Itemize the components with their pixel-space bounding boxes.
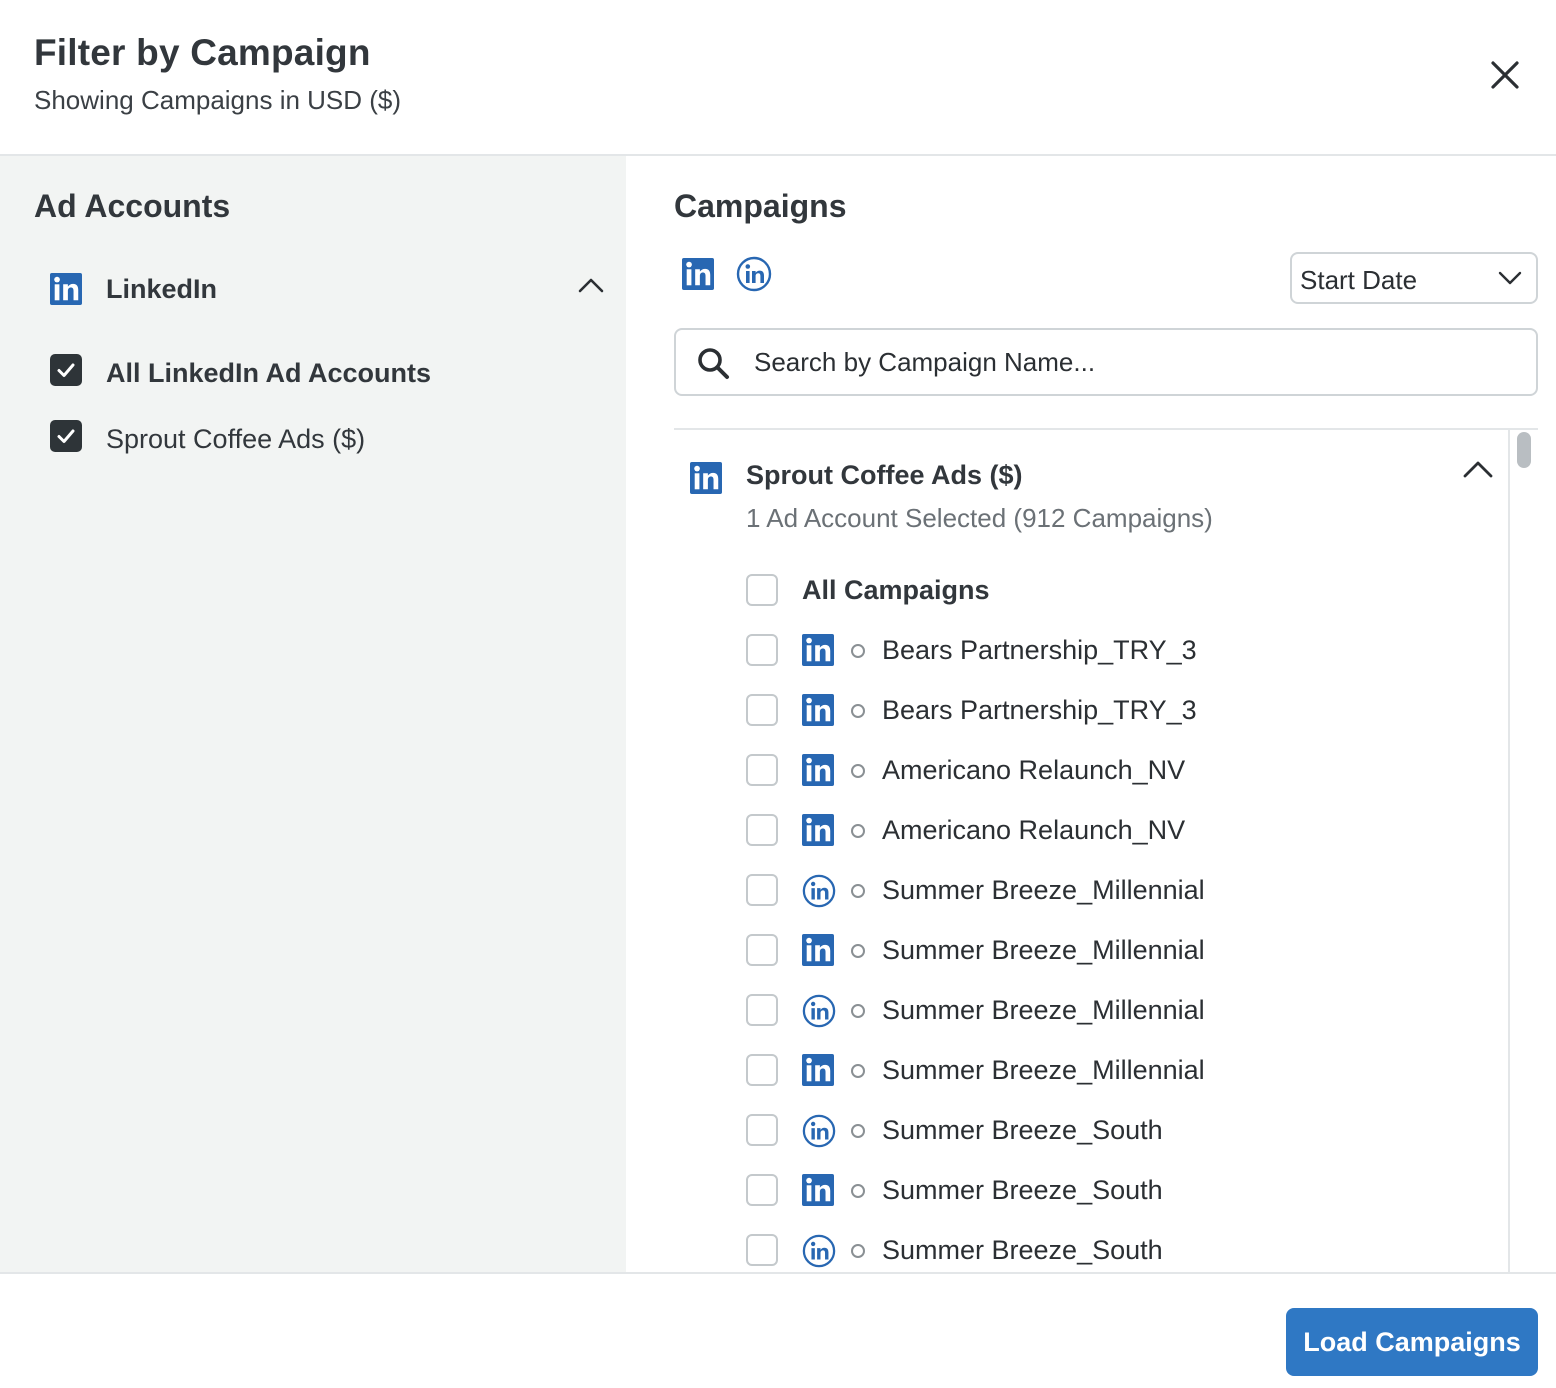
sort-select-value: Start Date (1300, 265, 1418, 295)
linkedin-circle-icon (802, 874, 836, 908)
linkedin-square-icon (802, 634, 834, 666)
table-row[interactable]: Bears Partnership_TRY_3 (746, 634, 1446, 674)
checkmark-icon (57, 429, 75, 443)
linkedin-square-icon (802, 1054, 834, 1086)
linkedin-square-icon (802, 934, 834, 966)
campaigns-panel: Campaigns Start Date Sprout Coffee Ads (… (626, 156, 1556, 1272)
account-option-label: Sprout Coffee Ads ($) (106, 424, 366, 454)
campaign-group-subtitle: 1 Ad Account Selected (912 Campaigns) (746, 503, 1213, 533)
dialog-header: Filter by Campaign Showing Campaigns in … (0, 0, 1556, 156)
status-dot-icon (851, 1184, 865, 1198)
table-row[interactable]: Summer Breeze_Millennial (746, 1054, 1446, 1094)
table-row[interactable]: Summer Breeze_Millennial (746, 874, 1446, 914)
status-dot-icon (851, 1004, 865, 1018)
checkbox[interactable] (746, 634, 778, 666)
network-label: LinkedIn (106, 274, 218, 304)
campaign-name: Americano Relaunch_NV (882, 755, 1186, 785)
campaign-search (674, 328, 1538, 396)
campaign-row-all[interactable]: All Campaigns (746, 574, 1446, 614)
status-dot-icon (851, 944, 865, 958)
search-icon (698, 348, 729, 379)
network-filter-linkedin-page[interactable] (682, 258, 714, 295)
checkbox[interactable] (746, 574, 778, 606)
campaign-name: Summer Breeze_South (882, 1235, 1163, 1265)
close-icon (1491, 61, 1519, 89)
status-dot-icon (851, 1124, 865, 1138)
checkbox[interactable] (746, 1114, 778, 1146)
linkedin-circle-icon (802, 1114, 836, 1148)
search-input[interactable] (754, 340, 1514, 384)
checkbox[interactable] (746, 814, 778, 846)
dialog-title: Filter by Campaign (34, 32, 371, 73)
campaigns-heading: Campaigns (674, 188, 847, 224)
ad-accounts-panel: Ad Accounts LinkedIn All LinkedIn Ad Acc… (0, 156, 626, 1272)
status-dot-icon (851, 644, 865, 658)
chevron-down-icon (1498, 271, 1522, 285)
status-dot-icon (851, 884, 865, 898)
checkbox[interactable] (746, 874, 778, 906)
checkmark-icon (57, 363, 75, 377)
status-dot-icon (851, 1244, 865, 1258)
table-row[interactable]: Summer Breeze_South (746, 1234, 1446, 1272)
account-option-label: All LinkedIn Ad Accounts (106, 358, 432, 388)
campaign-name: Summer Breeze_Millennial (882, 875, 1205, 905)
load-campaigns-button[interactable]: Load Campaigns (1286, 1308, 1538, 1376)
sort-select[interactable]: Start Date (1290, 252, 1538, 304)
dialog-footer: Load Campaigns (0, 1272, 1556, 1388)
ad-accounts-heading: Ad Accounts (34, 188, 231, 224)
table-row[interactable]: Bears Partnership_TRY_3 (746, 694, 1446, 734)
checkbox[interactable] (746, 1234, 778, 1266)
linkedin-square-icon (802, 754, 834, 786)
campaign-name: Summer Breeze_South (882, 1115, 1163, 1145)
chevron-up-icon (578, 278, 604, 293)
table-row[interactable]: Summer Breeze_Millennial (746, 934, 1446, 974)
linkedin-square-icon (802, 694, 834, 726)
checkbox[interactable] (746, 1174, 778, 1206)
scrollbar[interactable] (1508, 430, 1538, 1272)
table-row[interactable]: Americano Relaunch_NV (746, 754, 1446, 794)
linkedin-circle-icon (736, 256, 772, 292)
checkbox[interactable] (746, 934, 778, 966)
campaign-name: Summer Breeze_Millennial (882, 935, 1205, 965)
scrollbar-thumb[interactable] (1517, 432, 1531, 468)
campaign-name: Summer Breeze_Millennial (882, 995, 1205, 1025)
close-button[interactable] (1480, 50, 1530, 100)
campaign-list: Sprout Coffee Ads ($) 1 Ad Account Selec… (674, 428, 1538, 1272)
table-row[interactable]: Summer Breeze_South (746, 1174, 1446, 1214)
dialog-subtitle: Showing Campaigns in USD ($) (34, 85, 402, 115)
checkbox[interactable] (746, 694, 778, 726)
checkbox[interactable] (746, 1054, 778, 1086)
status-dot-icon (851, 764, 865, 778)
linkedin-circle-icon (802, 994, 836, 1028)
checkbox-checked[interactable] (50, 354, 82, 386)
checkbox-checked[interactable] (50, 420, 82, 452)
network-filter-linkedin-profile[interactable] (736, 256, 772, 297)
table-row[interactable]: Americano Relaunch_NV (746, 814, 1446, 854)
all-campaigns-label: All Campaigns (802, 575, 990, 605)
checkbox[interactable] (746, 994, 778, 1026)
status-dot-icon (851, 824, 865, 838)
campaign-name: Summer Breeze_South (882, 1175, 1163, 1205)
campaign-name: Bears Partnership_TRY_3 (882, 695, 1197, 725)
campaign-name: Americano Relaunch_NV (882, 815, 1186, 845)
linkedin-icon (50, 273, 82, 305)
linkedin-circle-icon (802, 1234, 836, 1268)
campaign-name: Bears Partnership_TRY_3 (882, 635, 1197, 665)
status-dot-icon (851, 704, 865, 718)
campaign-group-header: Sprout Coffee Ads ($) 1 Ad Account Selec… (674, 430, 1508, 550)
status-dot-icon (851, 1064, 865, 1078)
campaign-name: Summer Breeze_Millennial (882, 1055, 1205, 1085)
campaign-group-title: Sprout Coffee Ads ($) (746, 460, 1023, 490)
linkedin-square-icon (802, 1174, 834, 1206)
chevron-up-icon[interactable] (1462, 458, 1494, 480)
table-row[interactable]: Summer Breeze_South (746, 1114, 1446, 1154)
checkbox[interactable] (746, 754, 778, 786)
network-toggle-linkedin[interactable]: LinkedIn (34, 264, 604, 314)
linkedin-icon (690, 462, 722, 494)
linkedin-square-icon (802, 814, 834, 846)
table-row[interactable]: Summer Breeze_Millennial (746, 994, 1446, 1034)
linkedin-square-icon (682, 258, 714, 290)
